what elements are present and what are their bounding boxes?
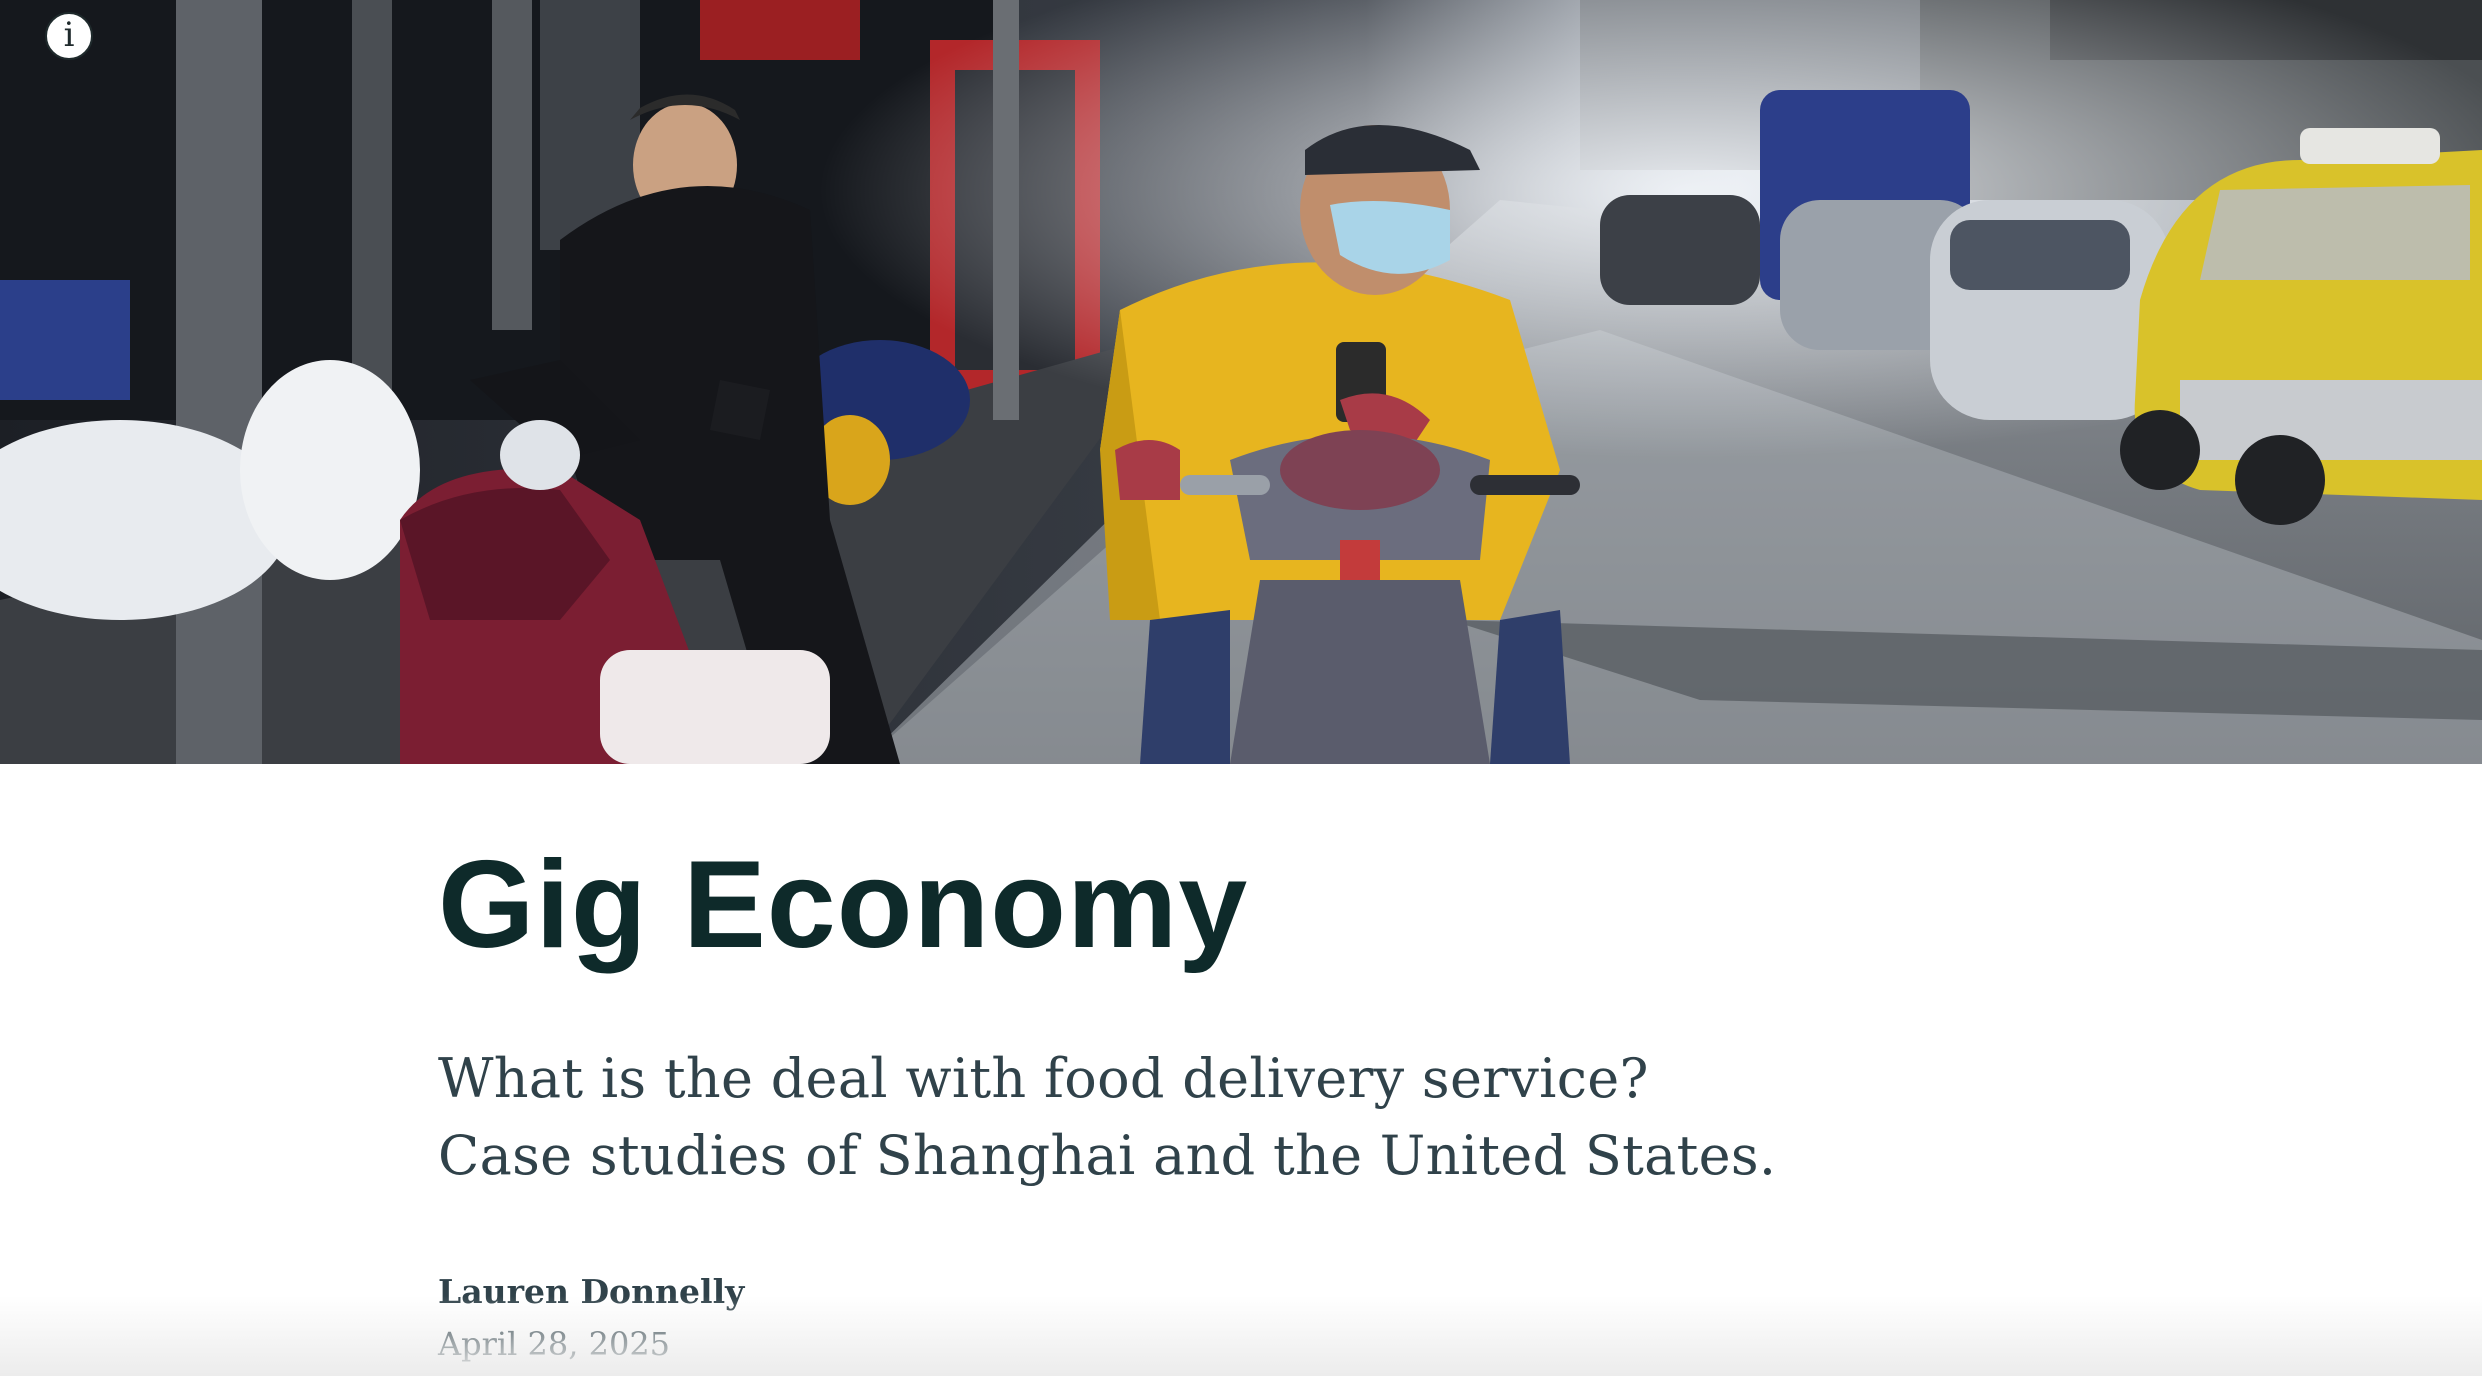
article-title: Gig Economy — [438, 836, 1249, 974]
info-icon: i — [63, 15, 75, 55]
article-header: Gig Economy What is the deal with food d… — [438, 830, 2138, 1366]
subtitle-line-1: What is the deal with food delivery serv… — [438, 1047, 1649, 1110]
article-page: i Gig Economy What is the deal with food… — [0, 0, 2482, 1376]
subtitle-line-2: Case studies of Shanghai and the United … — [438, 1124, 1777, 1187]
hero-image: i — [0, 0, 2482, 764]
info-button[interactable]: i — [45, 12, 93, 60]
article-subtitle: What is the deal with food delivery serv… — [438, 1040, 2138, 1194]
byline: Lauren Donnelly April 28, 2025 — [438, 1270, 2138, 1366]
street-scene-photo — [0, 0, 2482, 764]
publish-date: April 28, 2025 — [438, 1325, 671, 1363]
author-name: Lauren Donnelly — [438, 1272, 745, 1311]
